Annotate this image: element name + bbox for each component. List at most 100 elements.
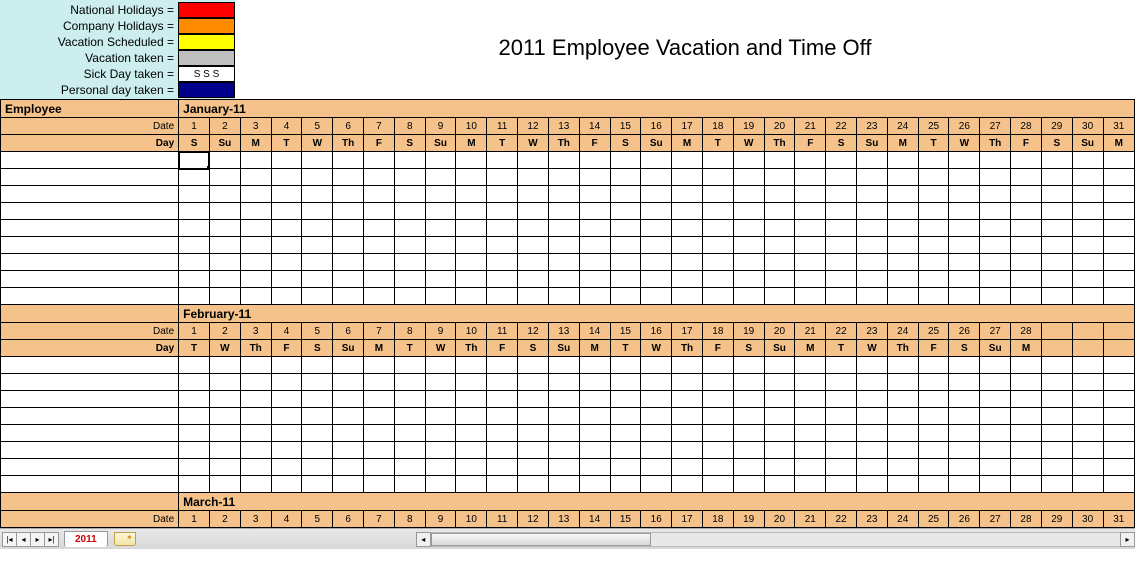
date-cell[interactable]: 7 bbox=[364, 118, 395, 135]
calendar-cell[interactable] bbox=[579, 220, 610, 237]
calendar-cell[interactable] bbox=[1011, 152, 1042, 169]
date-cell[interactable]: 17 bbox=[672, 118, 703, 135]
calendar-cell[interactable] bbox=[456, 186, 487, 203]
calendar-cell[interactable] bbox=[702, 442, 733, 459]
calendar-cell[interactable] bbox=[548, 271, 579, 288]
calendar-cell[interactable] bbox=[1103, 476, 1134, 493]
calendar-cell[interactable] bbox=[271, 442, 302, 459]
calendar-cell[interactable] bbox=[1011, 476, 1042, 493]
date-cell[interactable]: 5 bbox=[302, 511, 333, 528]
date-cell[interactable]: 25 bbox=[918, 118, 949, 135]
calendar-cell[interactable] bbox=[240, 220, 271, 237]
calendar-cell[interactable] bbox=[487, 186, 518, 203]
calendar-cell[interactable] bbox=[548, 357, 579, 374]
calendar-cell[interactable] bbox=[1072, 288, 1103, 305]
calendar-cell[interactable] bbox=[302, 476, 333, 493]
calendar-cell[interactable] bbox=[918, 374, 949, 391]
calendar-cell[interactable] bbox=[425, 425, 456, 442]
calendar-cell[interactable] bbox=[271, 186, 302, 203]
calendar-cell[interactable] bbox=[764, 442, 795, 459]
tab-nav-next-icon[interactable]: ▸ bbox=[30, 532, 45, 547]
day-cell[interactable]: S bbox=[302, 340, 333, 357]
calendar-cell[interactable] bbox=[579, 203, 610, 220]
calendar-cell[interactable] bbox=[548, 425, 579, 442]
calendar-cell[interactable] bbox=[302, 408, 333, 425]
calendar-cell[interactable] bbox=[764, 425, 795, 442]
calendar-cell[interactable] bbox=[795, 254, 826, 271]
calendar-cell[interactable] bbox=[271, 374, 302, 391]
calendar-cell[interactable] bbox=[702, 254, 733, 271]
calendar-cell[interactable] bbox=[702, 357, 733, 374]
calendar-cell[interactable] bbox=[364, 476, 395, 493]
date-cell[interactable]: 1 bbox=[179, 118, 210, 135]
calendar-cell[interactable] bbox=[795, 391, 826, 408]
calendar-cell[interactable] bbox=[672, 254, 703, 271]
calendar-cell[interactable] bbox=[610, 237, 641, 254]
calendar-cell[interactable] bbox=[857, 220, 888, 237]
calendar-cell[interactable] bbox=[795, 408, 826, 425]
day-cell[interactable]: S bbox=[610, 135, 641, 152]
calendar-cell[interactable] bbox=[209, 169, 240, 186]
calendar-cell[interactable] bbox=[949, 186, 980, 203]
calendar-cell[interactable] bbox=[826, 425, 857, 442]
calendar-cell[interactable] bbox=[487, 391, 518, 408]
calendar-cell[interactable] bbox=[548, 152, 579, 169]
calendar-cell[interactable] bbox=[487, 254, 518, 271]
date-cell[interactable]: 5 bbox=[302, 323, 333, 340]
calendar-cell[interactable] bbox=[918, 271, 949, 288]
calendar-cell[interactable] bbox=[795, 288, 826, 305]
day-cell[interactable]: F bbox=[795, 135, 826, 152]
date-cell[interactable]: 14 bbox=[579, 323, 610, 340]
calendar-cell[interactable] bbox=[795, 357, 826, 374]
calendar-cell[interactable] bbox=[425, 459, 456, 476]
calendar-cell[interactable] bbox=[425, 237, 456, 254]
calendar-cell[interactable] bbox=[887, 391, 918, 408]
calendar-cell[interactable] bbox=[1103, 459, 1134, 476]
calendar-cell[interactable] bbox=[518, 186, 549, 203]
calendar-cell[interactable] bbox=[425, 374, 456, 391]
calendar-cell[interactable] bbox=[240, 476, 271, 493]
calendar-cell[interactable] bbox=[548, 391, 579, 408]
calendar-cell[interactable] bbox=[487, 220, 518, 237]
calendar-cell[interactable] bbox=[579, 237, 610, 254]
calendar-cell[interactable] bbox=[394, 476, 425, 493]
calendar-cell[interactable] bbox=[302, 254, 333, 271]
calendar-cell[interactable] bbox=[764, 459, 795, 476]
calendar-cell[interactable] bbox=[364, 254, 395, 271]
calendar-cell[interactable] bbox=[795, 186, 826, 203]
calendar-cell[interactable] bbox=[394, 220, 425, 237]
calendar-cell[interactable] bbox=[1041, 203, 1072, 220]
calendar-cell[interactable] bbox=[980, 408, 1011, 425]
calendar-cell[interactable] bbox=[518, 152, 549, 169]
calendar-cell[interactable] bbox=[487, 271, 518, 288]
calendar-cell[interactable] bbox=[518, 271, 549, 288]
calendar-cell[interactable] bbox=[1103, 442, 1134, 459]
calendar-cell[interactable] bbox=[1072, 442, 1103, 459]
calendar-cell[interactable] bbox=[610, 442, 641, 459]
date-cell[interactable]: 15 bbox=[610, 118, 641, 135]
calendar-cell[interactable] bbox=[641, 374, 672, 391]
day-cell[interactable]: S bbox=[949, 340, 980, 357]
calendar-cell[interactable] bbox=[518, 254, 549, 271]
date-cell[interactable]: 7 bbox=[364, 511, 395, 528]
calendar-cell[interactable] bbox=[579, 357, 610, 374]
calendar-cell[interactable] bbox=[364, 186, 395, 203]
calendar-cell[interactable] bbox=[487, 442, 518, 459]
calendar-cell[interactable] bbox=[364, 442, 395, 459]
calendar-cell[interactable] bbox=[579, 152, 610, 169]
calendar-cell[interactable] bbox=[179, 220, 210, 237]
calendar-cell[interactable] bbox=[548, 220, 579, 237]
calendar-cell[interactable] bbox=[857, 374, 888, 391]
calendar-cell[interactable] bbox=[302, 442, 333, 459]
calendar-cell[interactable] bbox=[764, 254, 795, 271]
calendar-cell[interactable] bbox=[1041, 391, 1072, 408]
calendar-cell[interactable] bbox=[1041, 254, 1072, 271]
day-cell[interactable]: Su bbox=[980, 340, 1011, 357]
calendar-cell[interactable] bbox=[394, 152, 425, 169]
calendar-cell[interactable] bbox=[271, 391, 302, 408]
date-cell[interactable] bbox=[1072, 323, 1103, 340]
day-cell[interactable]: Th bbox=[548, 135, 579, 152]
calendar-cell[interactable] bbox=[271, 288, 302, 305]
calendar-cell[interactable] bbox=[209, 152, 240, 169]
calendar-cell[interactable] bbox=[333, 374, 364, 391]
